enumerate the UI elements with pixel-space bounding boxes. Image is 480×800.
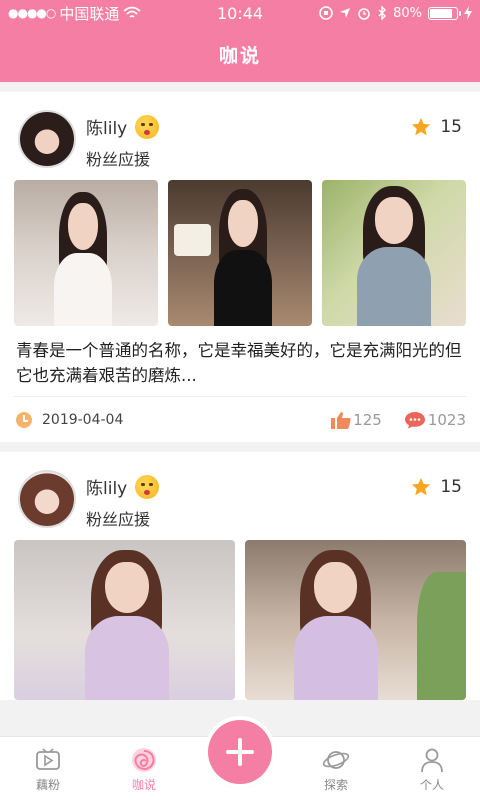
carrier-label: 中国联通	[59, 4, 120, 23]
post-subtitle: 粉丝应援	[86, 510, 151, 529]
charging-icon	[464, 6, 472, 20]
comment-icon	[404, 411, 425, 428]
location-icon	[340, 8, 351, 18]
feed[interactable]: 陈lily 粉丝应援 15 青春是一个普通的名称，它是幸福美好的，它是充满阳光的…	[0, 82, 480, 736]
comment-count: 1023	[427, 410, 466, 429]
play-icon	[36, 748, 60, 770]
lock-rotation-icon	[319, 6, 333, 20]
star-rating[interactable]: 15	[410, 116, 462, 138]
post-photo[interactable]	[14, 180, 158, 326]
post-header: 陈lily 粉丝应援 15	[14, 452, 466, 540]
post-footer: 2019-04-04 125 1023	[14, 396, 466, 442]
tab-oufen[interactable]: 藕粉	[0, 737, 96, 800]
person-icon	[421, 748, 443, 773]
tab-profile[interactable]: 个人	[384, 737, 480, 800]
swirl-icon	[132, 748, 156, 772]
photo-grid	[14, 540, 466, 700]
like-count: 125	[353, 410, 382, 429]
post-header: 陈lily 粉丝应援 15	[14, 92, 466, 180]
tab-label: 藕粉	[35, 778, 60, 792]
username[interactable]: 陈lily	[86, 114, 160, 139]
tab-kashuo[interactable]: 咖说	[96, 737, 192, 800]
page-title: 咖说	[218, 44, 261, 67]
tab-explore[interactable]: 探索	[288, 737, 384, 800]
like-button[interactable]: 125	[331, 411, 382, 429]
clock-icon	[16, 411, 32, 428]
post-photo[interactable]	[168, 180, 312, 326]
star-count: 15	[440, 117, 462, 137]
status-bar: ●●●●○ 中国联通 10:44 80%	[0, 0, 480, 26]
star-rating[interactable]: 15	[410, 476, 462, 498]
avatar[interactable]	[18, 110, 76, 168]
post-card[interactable]: 陈lily 粉丝应援 15	[0, 92, 480, 442]
post-date: 2019-04-04	[42, 411, 124, 428]
photo-grid	[14, 180, 466, 326]
kiss-emoji-icon	[135, 474, 160, 499]
battery-icon	[428, 6, 461, 20]
add-post-button[interactable]	[208, 720, 272, 784]
alarm-icon	[358, 8, 370, 20]
star-icon	[412, 117, 431, 136]
tab-label: 咖说	[131, 778, 156, 792]
post-photo[interactable]	[245, 540, 466, 700]
star-count: 15	[440, 477, 462, 497]
tab-label: 探索	[323, 778, 348, 792]
post-photo[interactable]	[14, 540, 235, 700]
avatar[interactable]	[18, 470, 76, 528]
username-label: 陈lily	[86, 479, 128, 499]
tab-label: 个人	[419, 778, 444, 792]
plus-icon	[226, 738, 254, 766]
planet-icon	[322, 751, 350, 769]
comment-button[interactable]: 1023	[404, 411, 466, 429]
signal-icon: ●●●●○	[8, 6, 56, 20]
thumbs-up-icon	[331, 411, 351, 429]
post-subtitle: 粉丝应援	[86, 150, 151, 169]
post-text[interactable]: 青春是一个普通的名称，它是幸福美好的，它是充满阳光的但它也充满着艰苦的磨炼...	[14, 326, 466, 396]
clock-time: 10:44	[216, 3, 264, 23]
wifi-icon	[123, 6, 141, 18]
nav-bar: 咖说	[0, 26, 480, 82]
bluetooth-icon	[378, 6, 387, 20]
username-label: 陈lily	[86, 119, 128, 139]
kiss-emoji-icon	[135, 114, 160, 139]
post-card[interactable]: 陈lily 粉丝应援 15	[0, 452, 480, 700]
battery-percent: 80%	[393, 5, 422, 21]
star-icon	[412, 477, 431, 496]
username[interactable]: 陈lily	[86, 474, 160, 499]
post-photo[interactable]	[322, 180, 466, 326]
